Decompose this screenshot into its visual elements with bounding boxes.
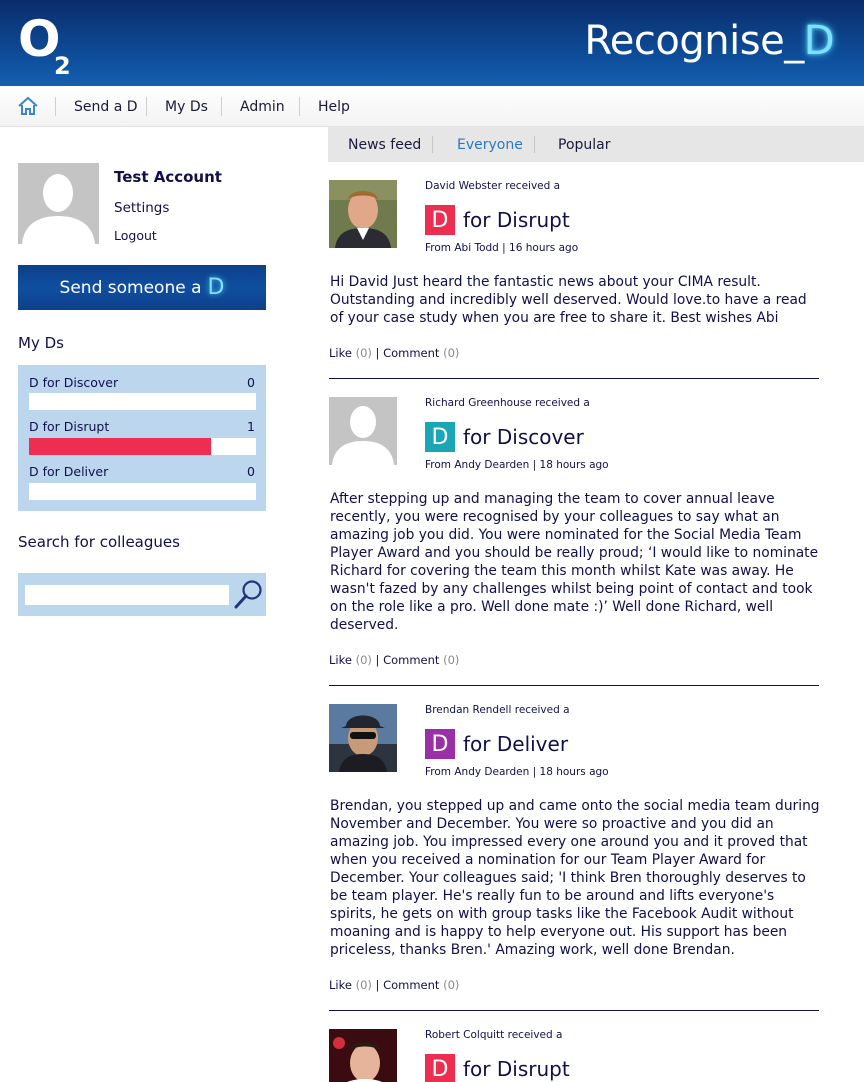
send-button-label: Send someone a (59, 277, 202, 298)
d-badge-icon: D (425, 729, 455, 759)
post-message: Brendan, you stepped up and came onto th… (330, 798, 820, 958)
d-badge-icon: D (425, 205, 455, 235)
award-name: for Disrupt (463, 208, 570, 232)
post-actions: Like (0) | Comment (0) (329, 653, 460, 667)
post-received-text: David Webster received a (425, 180, 561, 192)
like-link[interactable]: Like (329, 978, 352, 992)
avatar[interactable] (18, 163, 99, 244)
post-divider (329, 1010, 819, 1011)
nav-divider (221, 97, 222, 116)
nav-send-a-d[interactable]: Send a D (74, 99, 138, 115)
nav-divider (299, 97, 300, 116)
award-badge: D for Disrupt (425, 205, 570, 235)
award-badge: D for Disrupt (425, 1054, 570, 1082)
nav-divider (146, 97, 147, 116)
tab-news-feed[interactable]: News feed (348, 137, 421, 153)
like-count: (0) (355, 346, 372, 360)
award-name: for Disrupt (463, 1057, 570, 1081)
app-header: O 2 Recognise_D (0, 0, 864, 86)
like-link[interactable]: Like (329, 346, 352, 360)
feed-tabs: News feed Everyone Popular (328, 127, 864, 162)
logo-main: O (18, 10, 60, 68)
post-from: From Andy Dearden | 18 hours ago (425, 459, 609, 471)
send-someone-a-d-button[interactable]: Send someone aD (18, 265, 266, 310)
comment-count: (0) (443, 978, 460, 992)
post-actions: Like (0) | Comment (0) (329, 978, 460, 992)
comment-count: (0) (443, 653, 460, 667)
d-deliver-count: 0 (247, 464, 255, 479)
nav-help[interactable]: Help (318, 99, 350, 115)
post-message: After stepping up and managing the team … (330, 491, 819, 633)
comment-count: (0) (443, 346, 460, 360)
d-disrupt-bar (29, 438, 256, 455)
user-silhouette-icon (329, 397, 397, 465)
settings-link[interactable]: Settings (114, 200, 169, 216)
post-from: From Abi Todd | 16 hours ago (425, 242, 579, 254)
brand-text: Recognise_ (584, 18, 804, 64)
d-deliver-bar (29, 483, 256, 500)
comment-link[interactable]: Comment (383, 978, 439, 992)
like-link[interactable]: Like (329, 653, 352, 667)
post-divider (329, 378, 819, 379)
nav-divider (55, 97, 56, 116)
my-ds-title: My Ds (18, 334, 64, 352)
nav-my-ds[interactable]: My Ds (165, 99, 208, 115)
search-input[interactable] (25, 585, 229, 605)
post-avatar[interactable] (329, 704, 397, 772)
logo-sub: 2 (54, 52, 71, 80)
tab-divider (534, 136, 535, 153)
account-name[interactable]: Test Account (114, 168, 222, 186)
d-disrupt-count: 1 (247, 419, 255, 434)
brand-title: Recognise_D (584, 18, 834, 64)
post-received-text: Brendan Rendell received a (425, 704, 570, 716)
user-silhouette-icon (18, 163, 99, 244)
post-message: Hi David Just heard the fantastic news a… (330, 274, 807, 326)
d-discover-count: 0 (247, 375, 255, 390)
d-discover-bar (29, 393, 256, 410)
send-button-d: D (207, 275, 225, 300)
home-icon[interactable] (17, 95, 39, 117)
post-received-text: Richard Greenhouse received a (425, 397, 590, 409)
d-disrupt-label: D for Disrupt (29, 419, 110, 434)
nav-admin[interactable]: Admin (240, 99, 285, 115)
post-avatar[interactable] (329, 1029, 397, 1082)
post-received-text: Robert Colquitt received a (425, 1029, 563, 1041)
person-photo-icon (329, 704, 397, 772)
d-deliver-label: D for Deliver (29, 464, 109, 479)
logout-link[interactable]: Logout (114, 228, 157, 243)
post-avatar[interactable] (329, 180, 397, 248)
search-title: Search for colleagues (18, 533, 180, 551)
award-badge: D for Discover (425, 422, 584, 452)
search-panel (18, 573, 266, 616)
like-count: (0) (355, 653, 372, 667)
person-photo-icon (329, 180, 397, 248)
d-discover-label: D for Discover (29, 375, 119, 390)
comment-link[interactable]: Comment (383, 653, 439, 667)
main-nav: Send a D My Ds Admin Help (0, 86, 864, 127)
like-count: (0) (355, 978, 372, 992)
post-actions: Like (0) | Comment (0) (329, 346, 460, 360)
award-name: for Discover (463, 425, 584, 449)
person-photo-icon (329, 1029, 397, 1082)
d-badge-icon: D (425, 422, 455, 452)
search-icon[interactable] (232, 578, 264, 610)
post-from: From Andy Dearden | 18 hours ago (425, 766, 609, 778)
d-badge-icon: D (425, 1054, 455, 1082)
award-badge: D for Deliver (425, 729, 568, 759)
comment-link[interactable]: Comment (383, 346, 439, 360)
tab-divider (432, 136, 433, 153)
brand-d: D (803, 18, 835, 64)
post-divider (329, 685, 819, 686)
post-avatar[interactable] (329, 397, 397, 465)
tab-popular[interactable]: Popular (558, 137, 611, 153)
o2-logo[interactable]: O 2 (18, 14, 71, 80)
my-ds-panel: D for Discover 0 D for Disrupt 1 D for D… (18, 365, 266, 511)
tab-everyone[interactable]: Everyone (457, 137, 523, 153)
award-name: for Deliver (463, 732, 569, 756)
